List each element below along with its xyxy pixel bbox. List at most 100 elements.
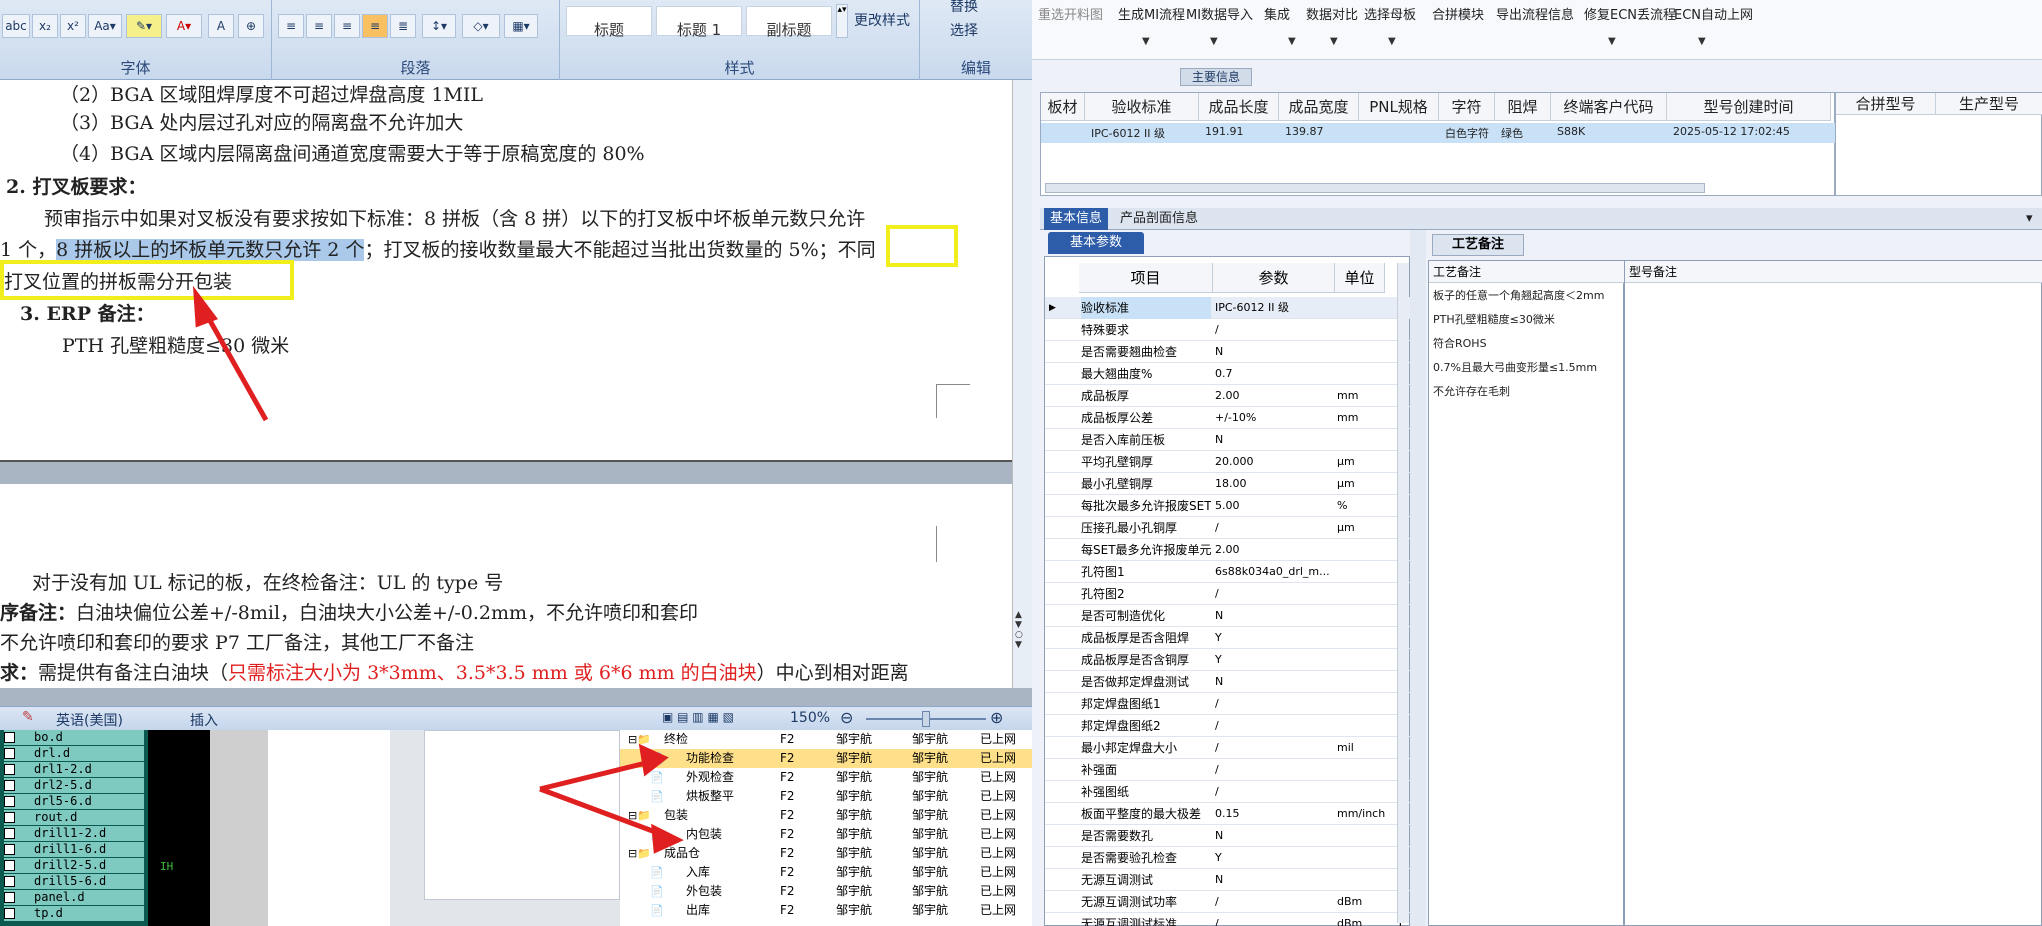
- file-list-item[interactable]: drill1-6.d: [4, 842, 144, 857]
- document-page-1[interactable]: （2）BGA 区域阻焊厚度不可超过焊盘高度 1MIL （3）BGA 处内层过孔对…: [0, 80, 1012, 462]
- highlight-icon[interactable]: ✎▾: [126, 14, 162, 38]
- document-page-2[interactable]: 对于没有加 UL 标记的板，在终检备注：UL 的 type 号 序备注：白油块偏…: [0, 484, 1012, 688]
- param-value[interactable]: /: [1215, 517, 1333, 539]
- tab-profile-info[interactable]: 产品剖面信息: [1114, 208, 1204, 230]
- zoom-in-icon[interactable]: ⊕: [990, 708, 1003, 727]
- file-list-item[interactable]: drill5-6.d: [4, 874, 144, 889]
- font-color-icon[interactable]: A▾: [166, 14, 202, 38]
- param-row[interactable]: 特殊要求/Y: [1045, 319, 1411, 341]
- file-checkbox[interactable]: [4, 908, 15, 919]
- param-header[interactable]: 项目: [1079, 263, 1213, 293]
- align-left-icon[interactable]: ≡: [278, 14, 304, 38]
- param-row[interactable]: 最小邦定焊盘大小/milY: [1045, 737, 1411, 759]
- file-checkbox[interactable]: [4, 780, 15, 791]
- dropdown-arrow-icon[interactable]: ▼: [1698, 36, 1706, 47]
- param-value[interactable]: N: [1215, 429, 1333, 451]
- param-header[interactable]: 参数: [1213, 263, 1335, 293]
- zoom-out-icon[interactable]: ⊖: [840, 708, 853, 727]
- param-value[interactable]: /: [1215, 737, 1333, 759]
- tab-main-info[interactable]: 主要信息: [1180, 68, 1252, 86]
- file-checkbox[interactable]: [4, 828, 15, 839]
- param-row[interactable]: 孔符图2/Y: [1045, 583, 1411, 605]
- param-row[interactable]: 是否需要数孔NY: [1045, 825, 1411, 847]
- shading-icon[interactable]: ◇▾: [462, 14, 500, 38]
- param-row[interactable]: 板面平整度的最大极差0.15mm/inchY: [1045, 803, 1411, 825]
- grid-header[interactable]: 板材: [1041, 93, 1085, 121]
- tab-basic-params[interactable]: 基本参数: [1048, 232, 1144, 254]
- param-value[interactable]: /: [1215, 319, 1333, 341]
- file-list-item[interactable]: drill1-2.d: [4, 826, 144, 841]
- param-value[interactable]: N: [1215, 825, 1333, 847]
- param-value[interactable]: /: [1215, 583, 1333, 605]
- dropdown-arrow-icon[interactable]: ▼: [1608, 36, 1616, 47]
- param-row[interactable]: 压接孔最小孔铜厚/μmY: [1045, 517, 1411, 539]
- tree-row[interactable]: 📄 出库 F2 邹宇航 邹宇航 已上网: [620, 901, 1032, 920]
- param-value[interactable]: 20.000: [1215, 451, 1333, 473]
- param-value[interactable]: +/-10%: [1215, 407, 1333, 429]
- grid-header[interactable]: 成品宽度: [1279, 93, 1359, 121]
- file-checkbox[interactable]: [4, 876, 15, 887]
- document-scrollbar[interactable]: ▲ ▼ ○ ▼: [1012, 80, 1032, 688]
- tab-process-notes[interactable]: 工艺备注: [1432, 234, 1524, 256]
- param-row[interactable]: 邦定焊盘图纸2/Y: [1045, 715, 1411, 737]
- dropdown-arrow-icon[interactable]: ▼: [1210, 36, 1218, 47]
- param-row[interactable]: 补强面/Y: [1045, 759, 1411, 781]
- proofing-icon[interactable]: ✎: [22, 709, 34, 725]
- combo-header[interactable]: 生产型号: [1936, 93, 2042, 115]
- param-value[interactable]: N: [1215, 671, 1333, 693]
- tree-row[interactable]: 📄 外观检查 F2 邹宇航 邹宇航 已上网: [620, 768, 1032, 787]
- vertical-splitter[interactable]: [1410, 230, 1426, 926]
- dropdown-arrow-icon[interactable]: ▼: [1330, 36, 1338, 47]
- grid-header[interactable]: 字符: [1439, 93, 1495, 121]
- tab-dropdown-icon[interactable]: ▾: [2020, 208, 2039, 230]
- param-row[interactable]: 成品板厚2.00mmY: [1045, 385, 1411, 407]
- tab-basic-info[interactable]: 基本信息: [1044, 208, 1109, 230]
- param-value[interactable]: /: [1215, 781, 1333, 803]
- language-status[interactable]: 英语(美国): [56, 710, 123, 730]
- param-row[interactable]: 邦定焊盘图纸1/Y: [1045, 693, 1411, 715]
- param-row[interactable]: 是否需要翘曲检查NY: [1045, 341, 1411, 363]
- param-value[interactable]: /: [1215, 913, 1333, 926]
- param-row[interactable]: 是否入库前压板NY: [1045, 429, 1411, 451]
- file-checkbox[interactable]: [4, 764, 15, 775]
- strikethrough-button[interactable]: abc: [2, 14, 30, 38]
- erp-menu-item[interactable]: 生成MI流程: [1118, 4, 1185, 23]
- param-value[interactable]: 2.00: [1215, 385, 1333, 407]
- param-value[interactable]: /: [1215, 891, 1333, 913]
- param-value[interactable]: Y: [1215, 847, 1333, 869]
- erp-menu-item[interactable]: 重选开料图: [1038, 4, 1103, 23]
- file-list-item[interactable]: drl.d: [4, 746, 144, 761]
- param-value[interactable]: /: [1215, 715, 1333, 737]
- file-checkbox[interactable]: [4, 860, 15, 871]
- param-value[interactable]: /: [1215, 693, 1333, 715]
- erp-menu-item[interactable]: 集成: [1264, 4, 1290, 23]
- change-case-button[interactable]: Aa▾: [88, 14, 122, 38]
- subscript-button[interactable]: x₂: [32, 14, 58, 38]
- param-value[interactable]: 6s88k034a0_drl_m...: [1215, 561, 1333, 583]
- tree-row[interactable]: 📄 烘板整平 F2 邹宇航 邹宇航 已上网: [620, 787, 1032, 806]
- file-checkbox[interactable]: [4, 892, 15, 903]
- param-value[interactable]: IPC-6012 II 级: [1215, 297, 1333, 319]
- param-row[interactable]: 无源互调测试标准/dBmY: [1045, 913, 1411, 926]
- char-shading-icon[interactable]: A: [208, 14, 234, 38]
- tree-row[interactable]: ⊟📁 成品仓 F2 邹宇航 邹宇航 已上网: [620, 844, 1032, 863]
- param-row[interactable]: 无源互调测试NY: [1045, 869, 1411, 891]
- param-row[interactable]: 每批次最多允许报废SET5.00%Y: [1045, 495, 1411, 517]
- dropdown-arrow-icon[interactable]: ▼: [1288, 36, 1296, 47]
- param-row[interactable]: 是否做邦定焊盘测试NY: [1045, 671, 1411, 693]
- grid-header[interactable]: 型号创建时间: [1667, 93, 1831, 121]
- superscript-button[interactable]: x²: [60, 14, 86, 38]
- grid-header[interactable]: 成品长度: [1199, 93, 1279, 121]
- styles-scroll[interactable]: ▴▾: [836, 4, 848, 38]
- param-value[interactable]: N: [1215, 341, 1333, 363]
- file-checkbox[interactable]: [4, 732, 15, 743]
- erp-menu-item[interactable]: 数据对比: [1306, 4, 1358, 23]
- param-value[interactable]: N: [1215, 605, 1333, 627]
- param-row[interactable]: 平均孔壁铜厚20.000μmY: [1045, 451, 1411, 473]
- tree-row[interactable]: 📄 外包装 F2 邹宇航 邹宇航 已上网: [620, 882, 1032, 901]
- file-list-item[interactable]: drill2-5.d: [4, 858, 144, 873]
- param-row[interactable]: 成品板厚是否含阻焊YY: [1045, 627, 1411, 649]
- line-spacing-icon[interactable]: ↕▾: [422, 14, 456, 38]
- view-buttons[interactable]: ▣ ▤ ▥ ▦ ▧: [662, 710, 734, 724]
- param-row[interactable]: 最大翘曲度%0.7Y: [1045, 363, 1411, 385]
